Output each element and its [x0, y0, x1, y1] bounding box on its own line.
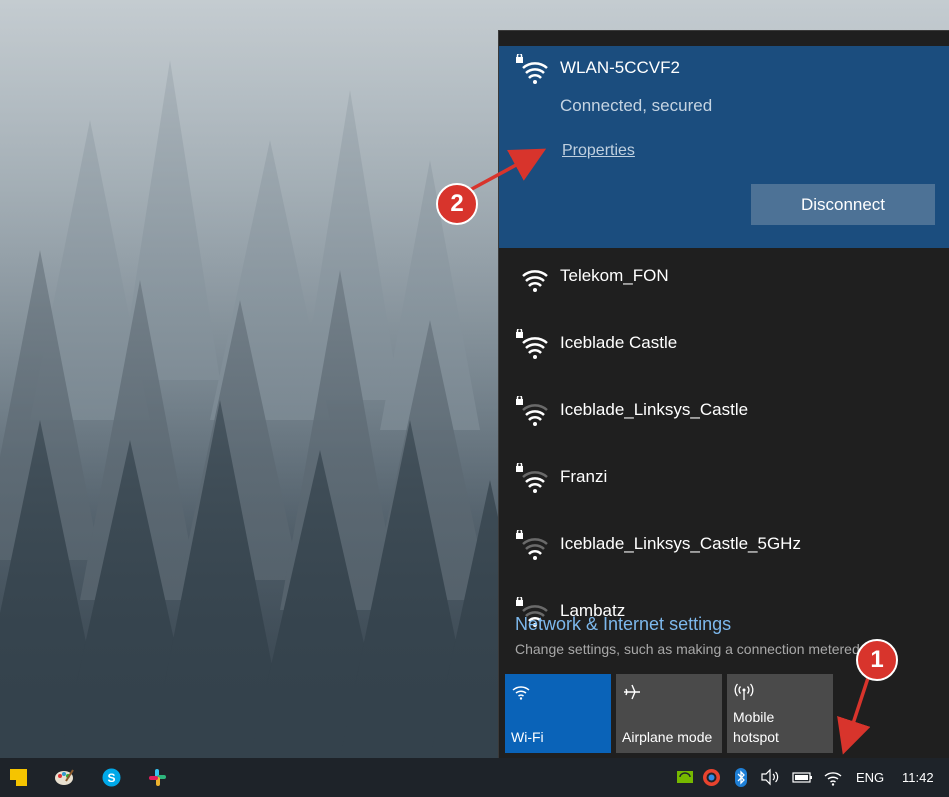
- network-name: Franzi: [560, 467, 608, 486]
- airplane-tile-label: Airplane mode: [622, 729, 713, 745]
- network-list-item[interactable]: Franzi: [499, 449, 949, 516]
- slack-icon[interactable]: [147, 767, 168, 788]
- wifi-tray-icon[interactable]: [823, 768, 843, 791]
- connected-network-name: WLAN-5CCVF2: [560, 58, 680, 77]
- network-list-item[interactable]: Iceblade_Linksys_Castle: [499, 382, 949, 449]
- taskbar: S ENG 11:42: [0, 758, 949, 797]
- wifi-secured-strong-icon: [515, 327, 549, 364]
- network-list-item[interactable]: Iceblade Castle: [499, 315, 949, 382]
- hotspot-tile-label: Mobile hotspot: [733, 709, 779, 745]
- mobile-hotspot-tile[interactable]: Mobile hotspot: [727, 674, 833, 753]
- wifi-toggle-tile[interactable]: Wi-Fi: [505, 674, 611, 753]
- hotspot-icon: [733, 682, 755, 705]
- skype-icon[interactable]: S: [101, 767, 122, 788]
- disconnect-button[interactable]: Disconnect: [751, 184, 935, 225]
- network-name: Iceblade Castle: [560, 333, 678, 352]
- wifi-strong-icon: [515, 262, 549, 297]
- svg-text:S: S: [107, 771, 115, 785]
- network-list-item[interactable]: Telekom_FON: [499, 248, 949, 315]
- connected-network-item[interactable]: WLAN-5CCVF2 Connected, secured Propertie…: [499, 46, 949, 248]
- bluetooth-icon[interactable]: [733, 768, 749, 792]
- wifi-secured-medium-icon: [515, 461, 549, 498]
- network-name: Iceblade_Linksys_Castle_5GHz: [560, 534, 801, 553]
- nvidia-icon[interactable]: [676, 768, 694, 791]
- airplane-icon: [622, 682, 642, 705]
- network-name: Iceblade_Linksys_Castle: [560, 400, 749, 419]
- wifi-secured-weak-icon: [515, 528, 549, 565]
- wifi-tile-label: Wi-Fi: [511, 729, 544, 745]
- language-indicator[interactable]: ENG: [856, 770, 884, 785]
- battery-icon[interactable]: [792, 768, 814, 791]
- connection-status: Connected, secured: [560, 96, 713, 115]
- wifi-secured-strong-icon: [515, 52, 549, 89]
- annotation-badge-2: 2: [436, 183, 478, 225]
- clock[interactable]: 11:42: [902, 770, 934, 785]
- wifi-icon: [511, 682, 531, 703]
- airplane-mode-tile[interactable]: Airplane mode: [616, 674, 722, 753]
- annotation-badge-1: 1: [856, 639, 898, 681]
- properties-link[interactable]: Properties: [562, 142, 635, 160]
- wifi-secured-medium-icon: [515, 394, 549, 431]
- edge-icon[interactable]: [702, 768, 721, 792]
- network-name: Telekom_FON: [560, 266, 669, 285]
- volume-icon[interactable]: [760, 768, 780, 791]
- network-list-item[interactable]: Iceblade_Linksys_Castle_5GHz: [499, 516, 949, 583]
- network-settings-link[interactable]: Network & Internet settings: [515, 614, 731, 635]
- sticky-notes-icon[interactable]: [9, 767, 30, 788]
- paint-icon[interactable]: [54, 767, 75, 788]
